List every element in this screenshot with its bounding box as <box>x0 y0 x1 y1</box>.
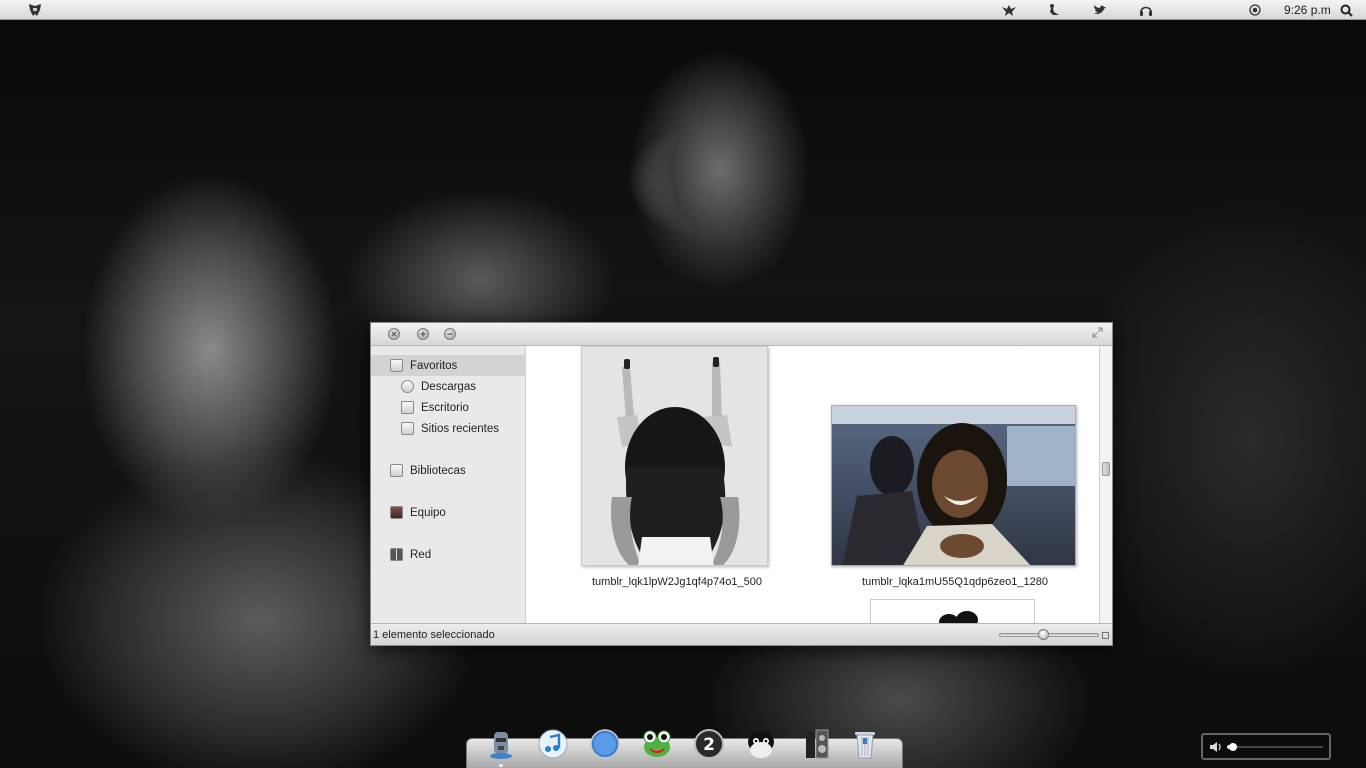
mermaid-icon[interactable] <box>1045 2 1063 18</box>
file-name[interactable]: tumblr_lqka1mU55Q1qdp6zeo1_1280 <box>853 576 1057 588</box>
minimize-button[interactable] <box>444 328 456 340</box>
scrollbar-thumb[interactable] <box>1102 462 1110 476</box>
fullscreen-icon[interactable] <box>1092 327 1104 339</box>
itunes-icon[interactable] <box>536 727 570 761</box>
zoom-max-icon[interactable] <box>1102 632 1109 639</box>
zoom-slider[interactable] <box>999 633 1099 637</box>
moai-icon[interactable] <box>484 727 518 761</box>
sidebar-item-escritorio[interactable]: Escritorio <box>371 397 526 418</box>
sidebar-item-label: Sitios recientes <box>421 422 499 435</box>
volume-widget <box>1201 733 1331 760</box>
trash-icon[interactable] <box>848 727 882 761</box>
file-manager-window: Favoritos Descargas Escritorio Sitios re… <box>370 322 1113 646</box>
volume-icon[interactable] <box>1209 740 1223 754</box>
top-panel: 9:26 p.m <box>0 0 1366 20</box>
headphones-icon[interactable] <box>1137 2 1155 18</box>
sidebar-item-label: Red <box>410 548 432 561</box>
safari-icon[interactable] <box>588 727 622 761</box>
maximize-button[interactable] <box>417 328 429 340</box>
sidebar-item-label: Bibliotecas <box>410 464 466 477</box>
computer-icon <box>390 506 403 519</box>
creature-icon[interactable] <box>1000 2 1018 18</box>
sidebar-item-descargas[interactable]: Descargas <box>371 376 526 397</box>
vertical-scrollbar[interactable] <box>1099 346 1112 623</box>
transformers-logo-icon[interactable] <box>27 2 43 18</box>
volume-knob[interactable] <box>1229 743 1237 751</box>
badge-2-icon[interactable]: 2 <box>692 727 726 761</box>
star-icon <box>390 359 403 372</box>
volume-slider[interactable] <box>1227 746 1323 748</box>
sidebar-item-label: Escritorio <box>421 401 469 414</box>
status-text: 1 elemento seleccionado <box>373 629 495 641</box>
search-icon[interactable] <box>1337 2 1355 18</box>
sidebar-item-equipo[interactable]: Equipo <box>371 502 526 523</box>
sidebar-item-label: Equipo <box>410 506 446 519</box>
sidebar-item-red[interactable]: Red <box>371 544 526 565</box>
desktop-icon <box>401 401 414 414</box>
close-button[interactable] <box>388 328 400 340</box>
file-name[interactable]: tumblr_lqk1lpW2Jg1qf4p74o1_500 <box>581 576 773 588</box>
speaker-icon[interactable] <box>800 727 834 761</box>
file-thumbnail[interactable] <box>870 599 1035 623</box>
recent-icon <box>401 422 414 435</box>
sidebar-item-favoritos[interactable]: Favoritos <box>371 355 526 376</box>
twitter-bird-icon[interactable] <box>1091 2 1109 18</box>
record-icon[interactable] <box>1246 2 1264 18</box>
svg-text:2: 2 <box>703 735 715 755</box>
sidebar-item-label: Favoritos <box>410 359 458 372</box>
window-titlebar[interactable] <box>371 323 1112 346</box>
library-icon <box>390 464 403 477</box>
clock[interactable]: 9:26 p.m <box>1284 3 1331 17</box>
mascot-icon[interactable] <box>744 727 778 761</box>
running-indicator <box>499 764 503 767</box>
download-icon <box>401 380 414 393</box>
file-thumbnail[interactable] <box>831 405 1076 566</box>
sidebar-item-sitios-recientes[interactable]: Sitios recientes <box>371 418 526 439</box>
sidebar-item-bibliotecas[interactable]: Bibliotecas <box>371 460 526 481</box>
file-thumbnail[interactable] <box>581 346 768 566</box>
frog-icon[interactable] <box>640 727 674 761</box>
file-grid: tumblr_lqk1lpW2Jg1qf4p74o1_500 tumblr_lq… <box>527 346 1099 623</box>
zoom-slider-knob[interactable] <box>1038 629 1049 640</box>
dock <box>466 738 903 768</box>
status-bar: 1 elemento seleccionado <box>371 623 1112 645</box>
sidebar: Favoritos Descargas Escritorio Sitios re… <box>371 346 526 623</box>
network-icon <box>390 548 403 561</box>
sidebar-item-label: Descargas <box>421 380 476 393</box>
